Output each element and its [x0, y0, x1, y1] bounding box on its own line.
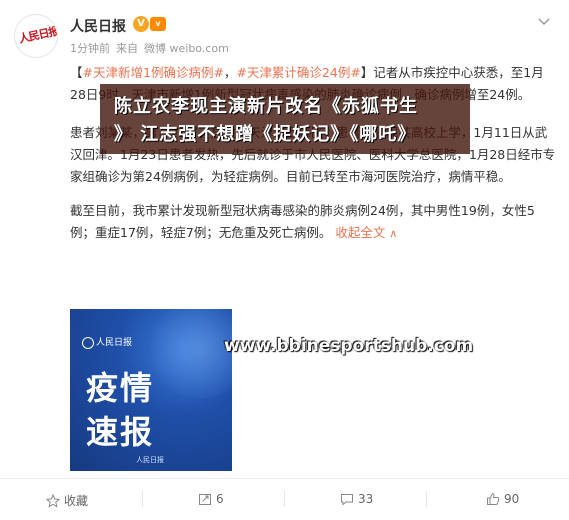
overlay-line-1: 陈立农李现主演新片改名《赤狐书生	[114, 96, 418, 117]
overlay-line-2: 》 江志强不想蹭《捉妖记》《哪吒》	[114, 124, 417, 145]
action-bar: 收藏 6 33 90	[0, 478, 569, 520]
favorite-label: 收藏	[64, 494, 89, 508]
repost-count: 6	[216, 492, 224, 506]
verified-badge-icon: V	[133, 16, 149, 32]
logo-circle-icon	[82, 336, 94, 349]
paragraph-3-text: 截至目前，我市累计发现新型冠状病毒感染的肺炎病例24例，其中男性19例，女性5例…	[70, 203, 535, 240]
chevron-down-icon[interactable]	[537, 14, 551, 28]
divider	[142, 491, 143, 507]
poster-logo-text: 人民日报	[96, 338, 133, 348]
hashtag-new-case[interactable]: #天津新增1例确诊病例#	[83, 65, 224, 80]
post-meta: 1分钟前 来自 微博 weibo.com	[70, 40, 235, 56]
headline-overlay: 陈立农李现主演新片改名《赤狐书生 》 江志强不想蹭《捉妖记》《哪吒》	[100, 84, 470, 154]
collapse-text-link[interactable]: 收起全文	[335, 225, 385, 240]
poster-title-line-2: 速报	[86, 413, 155, 451]
post-image[interactable]: 人民日报 疫情 速报 人民日报	[70, 309, 232, 471]
comment-icon	[341, 494, 353, 506]
post-source[interactable]: 微博 weibo.com	[144, 42, 229, 55]
avatar-logo: 人民日报	[17, 24, 58, 46]
watermark: www.bbinesportshub.com	[224, 336, 474, 356]
username[interactable]: 人民日报	[70, 16, 126, 36]
favorite-button[interactable]: 收藏	[45, 492, 89, 509]
star-icon	[45, 493, 61, 508]
bracket-open: 【	[70, 65, 83, 80]
repost-button[interactable]: 6	[198, 492, 224, 506]
vip-badge-icon: v	[150, 17, 166, 31]
repost-icon	[199, 494, 211, 505]
like-count: 90	[504, 492, 520, 506]
tag-separator: ，	[223, 65, 237, 80]
divider	[284, 491, 285, 507]
post-paragraph-3: 截至目前，我市累计发现新型冠状病毒感染的肺炎病例24例，其中男性19例，女性5例…	[70, 200, 558, 245]
collapse-arrow-icon[interactable]: ∧	[389, 227, 397, 240]
poster-footer: 人民日报	[136, 456, 164, 464]
hashtag-total-cases[interactable]: #天津累计确诊24例#	[236, 65, 360, 80]
like-button[interactable]: 90	[486, 492, 519, 506]
virus-graphic	[150, 309, 232, 399]
poster-logo: 人民日报	[82, 335, 132, 349]
thumbs-up-icon	[487, 492, 500, 505]
divider	[426, 491, 427, 507]
avatar[interactable]: 人民日报	[14, 14, 58, 58]
source-prefix: 来自	[116, 42, 138, 55]
comment-button[interactable]: 33	[340, 492, 373, 506]
comment-count: 33	[358, 492, 374, 506]
post-time[interactable]: 1分钟前	[70, 42, 110, 55]
poster-title-line-1: 疫情	[86, 369, 155, 407]
weibo-post-card: 人民日报 人民日报 V v 1分钟前 来自 微博 weibo.com 【#天津新增1…	[0, 0, 569, 520]
